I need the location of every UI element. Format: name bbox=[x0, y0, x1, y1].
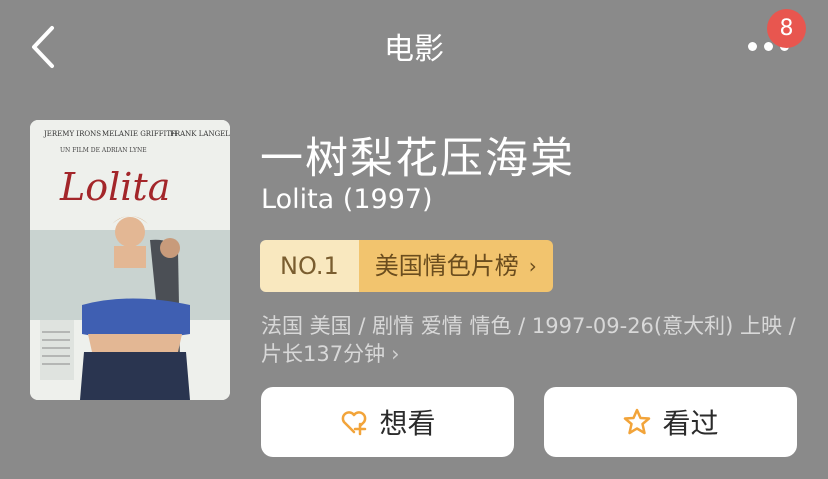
notification-badge: 8 bbox=[767, 9, 806, 48]
poster-director: UN FILM DE ADRIAN LYNE bbox=[60, 147, 147, 154]
want-to-watch-button[interactable]: 想看 bbox=[261, 387, 514, 457]
poster-logo: Lolita bbox=[59, 165, 170, 209]
movie-meta[interactable]: 法国 美国 / 剧情 爱情 情色 / 1997-09-26(意大利) 上映 / … bbox=[261, 312, 801, 368]
chevron-right-icon: › bbox=[528, 254, 537, 278]
rank-number: NO.1 bbox=[260, 240, 359, 292]
poster-cast-1: JEREMY IRONS bbox=[43, 130, 101, 138]
poster-cast-2: MELANIE GRIFFITH bbox=[102, 130, 177, 138]
rank-list-name: 美国情色片榜 bbox=[374, 252, 519, 280]
movie-title-cn: 一树梨花压海棠 bbox=[260, 134, 575, 184]
movie-title-en: Lolita (1997) bbox=[261, 184, 433, 215]
star-icon bbox=[624, 408, 651, 435]
rank-list: 美国情色片榜 › bbox=[358, 240, 553, 292]
chevron-right-icon: › bbox=[391, 342, 400, 366]
poster-image: JEREMY IRONS MELANIE GRIFFITH FRANK LANG… bbox=[30, 120, 230, 400]
watched-button[interactable]: 看过 bbox=[544, 387, 797, 457]
heart-plus-icon bbox=[342, 411, 367, 436]
more-icon bbox=[748, 42, 757, 51]
movie-meta-text: 法国 美国 / 剧情 爱情 情色 / 1997-09-26(意大利) 上映 / … bbox=[261, 314, 796, 366]
ranking-badge[interactable]: NO.1 美国情色片榜 › bbox=[260, 240, 553, 292]
movie-poster[interactable]: JEREMY IRONS MELANIE GRIFFITH FRANK LANG… bbox=[30, 120, 230, 400]
poster-cast-3: FRANK LANGELLA bbox=[170, 130, 230, 138]
watched-label: 看过 bbox=[662, 407, 719, 440]
page-title: 电影 bbox=[384, 32, 444, 67]
want-to-watch-label: 想看 bbox=[379, 407, 436, 440]
more-icon-dot bbox=[764, 42, 773, 51]
top-bar: 电影 8 bbox=[0, 0, 828, 92]
